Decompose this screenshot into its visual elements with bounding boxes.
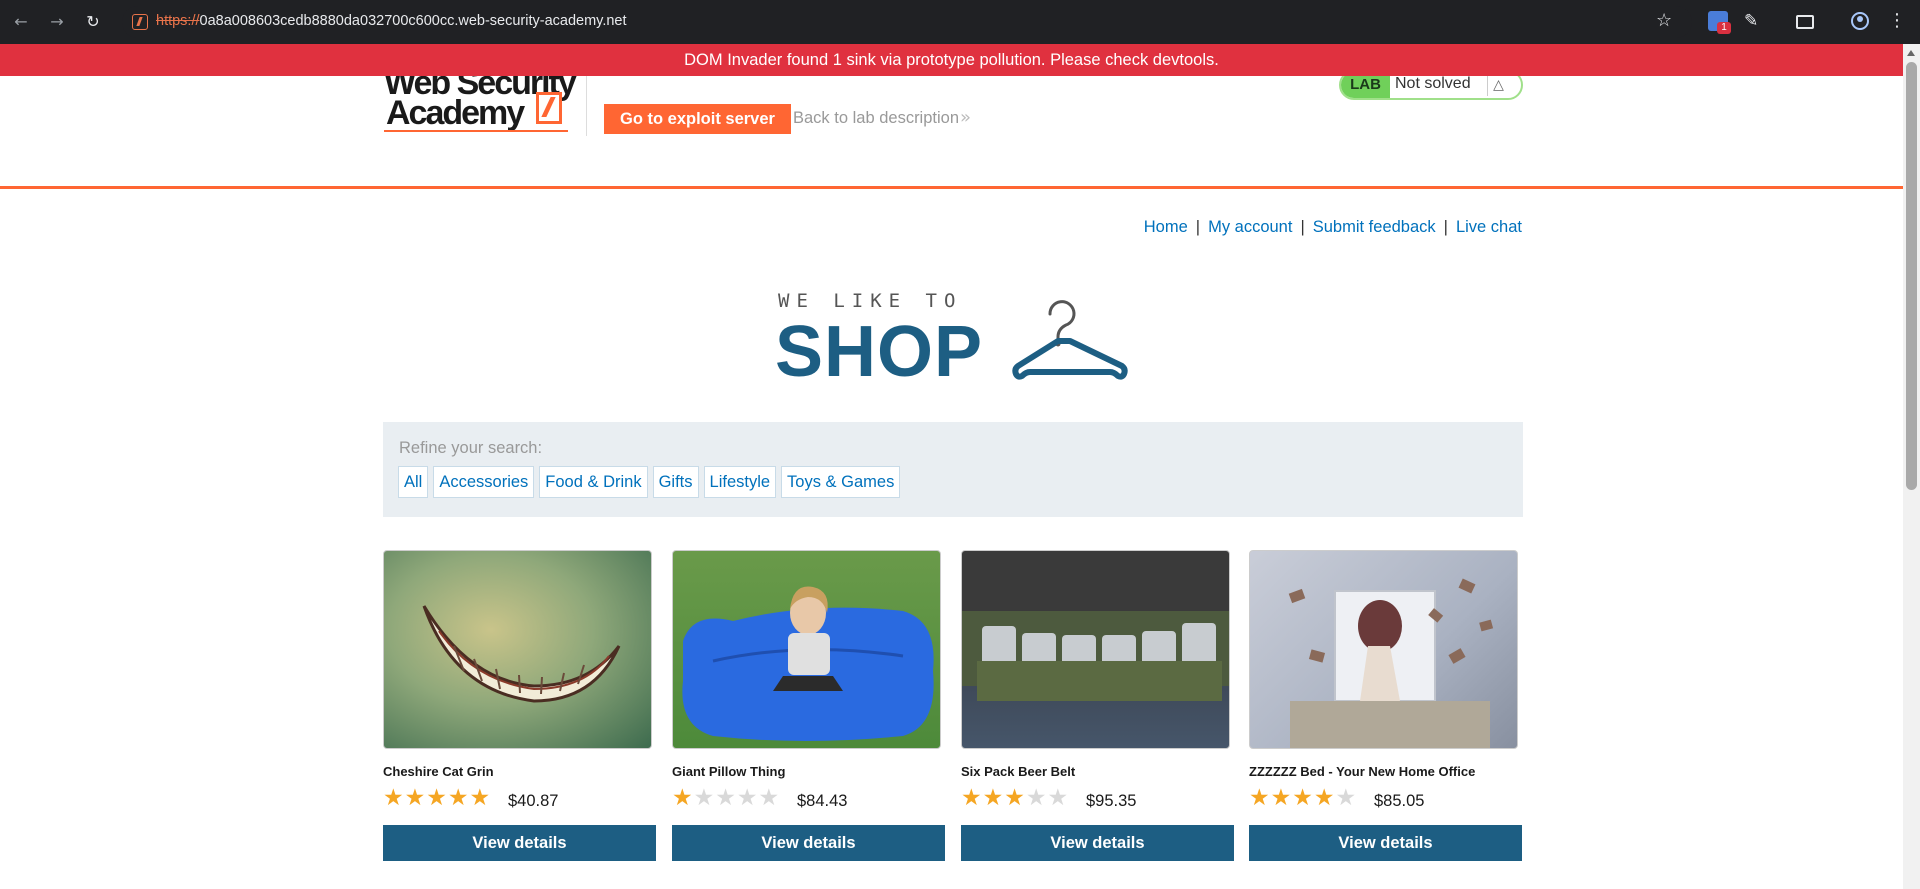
star-filled-icon: ★ [1292, 785, 1314, 811]
logo-bolt-icon [536, 92, 562, 124]
filter-gifts[interactable]: Gifts [652, 466, 699, 498]
url-scheme: https:// [156, 13, 200, 29]
filter-toys-games[interactable]: Toys & Games [781, 466, 901, 498]
double-chevron-icon: » [960, 107, 972, 128]
back-icon[interactable]: ← [10, 11, 32, 33]
product-price: $84.43 [797, 792, 848, 810]
star-filled-icon: ★ [982, 785, 1005, 811]
product-card: ZZZZZZ Bed - Your New Home Office ★★★★★ … [1249, 550, 1522, 861]
star-empty-icon: ★ [693, 785, 716, 811]
filter-label: Refine your search: [399, 439, 543, 457]
header-divider [586, 76, 587, 136]
product-card: Six Pack Beer Belt ★★★★★ $95.35 View det… [961, 550, 1234, 861]
scroll-thumb[interactable] [1906, 62, 1917, 490]
product-image-giant-pillow-thing[interactable] [672, 550, 941, 749]
filter-tags: All Accessories Food & Drink Gifts Lifes… [398, 466, 901, 498]
product-card: Giant Pillow Thing ★★★★★ $84.43 View det… [672, 550, 945, 861]
url-host: 0a8a008603cedb8880da032700c600cc.web-sec… [199, 13, 627, 29]
shop-tagline: WE LIKE TO [778, 290, 963, 312]
page-scrollbar[interactable] [1903, 44, 1920, 889]
hanger-icon [1012, 300, 1128, 380]
view-details-button[interactable]: View details [1249, 825, 1522, 861]
nav-separator: | [1300, 218, 1305, 236]
view-details-button[interactable]: View details [672, 825, 945, 861]
rating-stars: ★★★★★ [383, 786, 491, 810]
nav-submit-feedback[interactable]: Submit feedback [1313, 218, 1436, 236]
product-image-cheshire-cat-grin[interactable] [383, 550, 652, 749]
shop-logo: WE LIKE TO SHOP [775, 288, 1128, 392]
url-text[interactable]: https://0a8a008603cedb8880da032700c600cc… [156, 13, 627, 29]
rating-stars: ★★★★★ [672, 786, 780, 810]
extensions-icon[interactable]: ✎ [1744, 11, 1764, 31]
filter-all[interactable]: All [398, 466, 429, 498]
star-empty-icon: ★ [758, 785, 781, 811]
star-empty-icon: ★ [736, 785, 759, 811]
star-filled-icon: ★ [469, 785, 492, 811]
product-card: Cheshire Cat Grin ★★★★★ $40.87 View deta… [383, 550, 656, 861]
product-image-six-pack-beer-belt[interactable] [961, 550, 1230, 749]
product-name: ZZZZZZ Bed - Your New Home Office [1249, 764, 1476, 779]
star-filled-icon: ★ [1270, 785, 1293, 811]
flask-icon: △ [1487, 74, 1509, 96]
star-filled-icon: ★ [1313, 785, 1336, 811]
star-filled-icon: ★ [404, 785, 427, 811]
browser-toolbar: ← → ↻ https://0a8a008603cedb8880da032700… [0, 0, 1920, 44]
profile-icon[interactable] [1851, 12, 1869, 30]
star-filled-icon: ★ [447, 785, 470, 811]
shop-word: SHOP [775, 312, 984, 392]
star-filled-icon: ★ [1249, 785, 1271, 811]
address-bar[interactable]: https://0a8a008603cedb8880da032700c600cc… [122, 6, 1692, 38]
product-name: Six Pack Beer Belt [961, 764, 1076, 779]
rating-stars: ★★★★★ [1249, 786, 1357, 810]
menu-icon[interactable]: ⋮ [1888, 10, 1906, 31]
star-filled-icon: ★ [426, 785, 448, 811]
filter-panel: Refine your search: All Accessories Food… [383, 422, 1523, 517]
nav-my-account[interactable]: My account [1208, 218, 1292, 236]
filter-food-drink[interactable]: Food & Drink [539, 466, 648, 498]
nav-live-chat[interactable]: Live chat [1456, 218, 1522, 236]
dom-invader-banner: DOM Invader found 1 sink via prototype p… [0, 44, 1903, 76]
reload-icon[interactable]: ↻ [82, 11, 104, 33]
lab-status-text: Not solved [1395, 75, 1471, 92]
bookmark-star-icon[interactable]: ☆ [1656, 10, 1672, 31]
star-empty-icon: ★ [1025, 785, 1048, 811]
star-filled-icon: ★ [672, 785, 694, 811]
product-price: $85.05 [1374, 792, 1425, 810]
site-icon[interactable] [132, 14, 148, 30]
logo-line2: Academy [386, 94, 525, 132]
product-name: Cheshire Cat Grin [383, 764, 494, 779]
back-to-lab-link[interactable]: Back to lab description [793, 109, 959, 128]
view-details-button[interactable]: View details [961, 825, 1234, 861]
star-filled-icon: ★ [383, 785, 405, 811]
nav-home[interactable]: Home [1144, 218, 1188, 236]
view-details-button[interactable]: View details [383, 825, 656, 861]
star-filled-icon: ★ [1004, 785, 1026, 811]
nav-separator: | [1443, 218, 1448, 236]
filter-accessories[interactable]: Accessories [433, 466, 535, 498]
star-empty-icon: ★ [1047, 785, 1070, 811]
scroll-up-icon[interactable] [1907, 50, 1915, 56]
product-price: $40.87 [508, 792, 559, 810]
star-filled-icon: ★ [961, 785, 983, 811]
top-navigation: Home | My account | Submit feedback | Live cha… [1030, 218, 1522, 237]
extension-badge: 1 [1717, 22, 1731, 34]
product-image-zzzzzz-bed[interactable] [1249, 550, 1518, 749]
star-empty-icon: ★ [715, 785, 737, 811]
academy-header: Web Security Academy Go to exploit serve… [0, 66, 1903, 189]
product-price: $95.35 [1086, 792, 1137, 810]
product-name: Giant Pillow Thing [672, 764, 786, 779]
exploit-server-button[interactable]: Go to exploit server [604, 104, 791, 134]
cast-icon[interactable] [1796, 15, 1814, 29]
forward-icon[interactable]: → [46, 11, 68, 33]
web-security-academy-logo[interactable]: Web Security Academy [384, 66, 584, 138]
logo-underline [384, 130, 568, 132]
nav-separator: | [1195, 218, 1201, 236]
star-empty-icon: ★ [1335, 785, 1358, 811]
filter-lifestyle[interactable]: Lifestyle [703, 466, 777, 498]
rating-stars: ★★★★★ [961, 786, 1069, 810]
